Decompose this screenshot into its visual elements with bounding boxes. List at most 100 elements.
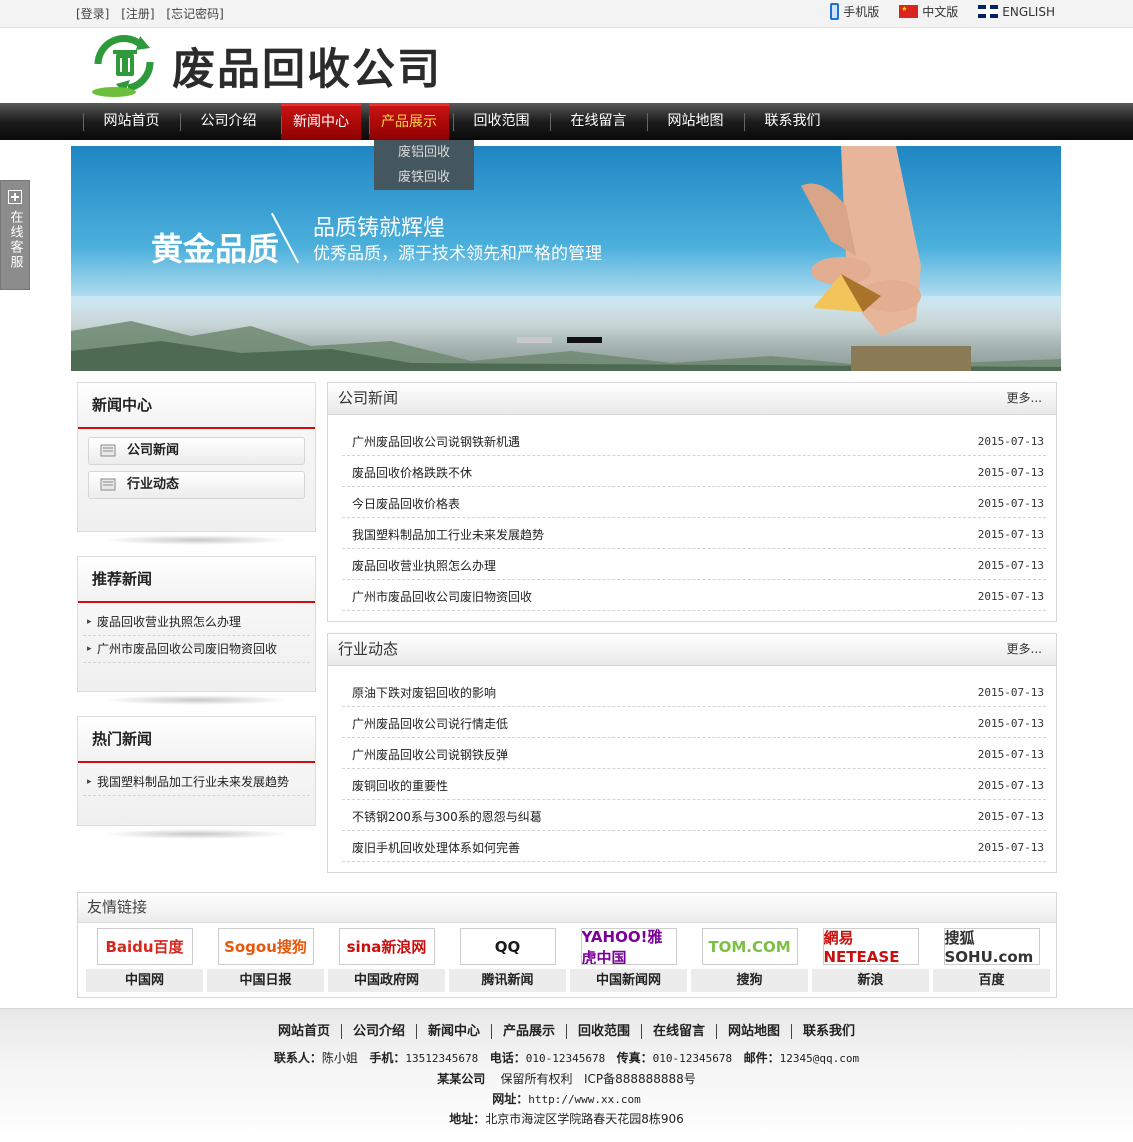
footer-nav: 网站首页 公司介绍 新闻中心 产品展示 回收范围 在线留言 网站地图 联系我们 — [0, 1020, 1133, 1039]
friend-link-caption[interactable]: 新浪 — [812, 969, 929, 992]
news-row[interactable]: 废旧手机回收处理体系如何完善 2015-07-13 — [342, 831, 1046, 862]
friend-links-grid: Baidu百度 中国网 Sogou搜狗 中国日报 sina新浪网 中国政府网 QQ 腾讯新闻 Y… — [86, 928, 1050, 992]
login-link[interactable]: [登录] — [76, 7, 109, 21]
news-row[interactable]: 广州废品回收公司说钢铁新机遇 2015-07-13 — [342, 425, 1046, 456]
dropdown-item-aluminum[interactable]: 废铝回收 — [374, 140, 474, 165]
news-row[interactable]: 广州废品回收公司说钢铁反弹 2015-07-13 — [342, 738, 1046, 769]
slider-dots — [517, 337, 602, 343]
icp-number[interactable]: ICP备888888888号 — [584, 1072, 696, 1086]
industry-news-more-link[interactable]: 更多... — [1007, 634, 1042, 664]
mobile-phone-icon — [830, 3, 840, 20]
hero-banner[interactable]: 黄金品质 品质铸就辉煌 优秀品质，源于技术领先和严格的管理 — [71, 146, 1061, 371]
footer-nav-link[interactable]: 网站首页 — [266, 1024, 342, 1039]
friend-link[interactable]: Baidu百度中国网 — [86, 928, 203, 992]
footer-nav-link[interactable]: 在线留言 — [642, 1024, 718, 1039]
news-row[interactable]: 广州市废品回收公司废旧物资回收 2015-07-13 — [342, 580, 1046, 611]
news-row[interactable]: 废品回收营业执照怎么办理 2015-07-13 — [342, 549, 1046, 580]
news-title[interactable]: 不锈钢200系与300系的恩怨与纠葛 — [352, 800, 542, 830]
friend-link[interactable]: sina新浪网中国政府网 — [328, 928, 445, 992]
friend-link-logo[interactable]: TOM.COM — [701, 928, 798, 965]
sidebar-recommended-title: 推荐新闻 — [78, 557, 315, 603]
news-row[interactable]: 不锈钢200系与300系的恩怨与纠葛 2015-07-13 — [342, 800, 1046, 831]
category-industry-news[interactable]: 行业动态 — [88, 471, 305, 499]
forgot-password-link[interactable]: [忘记密码] — [166, 7, 223, 21]
friend-link-caption[interactable]: 中国日报 — [207, 969, 324, 992]
friend-link-logo[interactable]: QQ — [459, 928, 556, 965]
news-title[interactable]: 废品回收价格跌跌不休 — [352, 456, 472, 486]
document-icon — [100, 478, 116, 491]
news-title[interactable]: 广州废品回收公司说钢铁反弹 — [352, 738, 508, 768]
nav-item-contact[interactable]: 联系我们 — [744, 103, 841, 140]
friend-link-logo[interactable]: Baidu百度 — [96, 928, 193, 965]
footer-nav-link[interactable]: 联系我们 — [792, 1024, 866, 1039]
news-title[interactable]: 广州市废品回收公司废旧物资回收 — [352, 580, 532, 610]
nav-item-home[interactable]: 网站首页 — [83, 103, 180, 140]
friend-link-caption[interactable]: 中国网 — [86, 969, 203, 992]
footer-nav-link[interactable]: 公司介绍 — [341, 1024, 417, 1039]
news-row[interactable]: 今日废品回收价格表 2015-07-13 — [342, 487, 1046, 518]
friend-link[interactable]: 網易 NETEASE 新浪 — [812, 928, 929, 992]
news-title[interactable]: 我国塑料制品加工行业未来发展趋势 — [352, 518, 544, 548]
friend-link-logo[interactable]: 網易 NETEASE — [822, 928, 919, 965]
english-version-link[interactable]: ENGLISH — [978, 3, 1055, 20]
news-row[interactable]: 原油下跌对废铝回收的影响 2015-07-13 — [342, 676, 1046, 707]
news-row[interactable]: 广州废品回收公司说行情走低 2015-07-13 — [342, 707, 1046, 738]
friend-link[interactable]: YAHOO!雅虎中国中国新闻网 — [570, 928, 687, 992]
friend-link-caption[interactable]: 中国新闻网 — [570, 969, 687, 992]
expand-icon — [8, 190, 22, 204]
online-service-tab[interactable]: 在线客服 — [0, 180, 30, 290]
site-logo[interactable]: 废品回收公司 — [88, 34, 442, 98]
category-company-news[interactable]: 公司新闻 — [88, 437, 305, 465]
friend-link-caption[interactable]: 百度 — [933, 969, 1050, 992]
recommended-news-item[interactable]: 广州市废品回收公司废旧物资回收 — [83, 636, 310, 663]
register-link[interactable]: [注册] — [121, 7, 154, 21]
friend-links-title: 友情链接 — [78, 893, 1056, 923]
nav-item-about[interactable]: 公司介绍 — [180, 103, 277, 140]
footer-nav-link[interactable]: 网站地图 — [717, 1024, 793, 1039]
hot-news-item[interactable]: 我国塑料制品加工行业未来发展趋势 — [83, 769, 310, 796]
slider-dot-1[interactable] — [517, 337, 552, 343]
news-title[interactable]: 原油下跌对废铝回收的影响 — [352, 676, 496, 706]
slider-dot-2[interactable] — [567, 337, 602, 343]
friend-link[interactable]: Sogou搜狗中国日报 — [207, 928, 324, 992]
recommended-news-item[interactable]: 废品回收营业执照怎么办理 — [83, 609, 310, 636]
industry-news-header: 行业动态 更多... — [328, 634, 1056, 666]
email-address[interactable]: 12345@qq.com — [780, 1052, 859, 1065]
friend-link-logo[interactable]: Sogou搜狗 — [217, 928, 314, 965]
news-row[interactable]: 废铜回收的重要性 2015-07-13 — [342, 769, 1046, 800]
friend-link-logo[interactable]: sina新浪网 — [338, 928, 435, 965]
nav-item-news[interactable]: 新闻中心 — [281, 103, 361, 140]
nav-item-products[interactable]: 产品展示 — [369, 103, 449, 140]
address-text: 北京市海淀区学院路春天花园8栋906 — [485, 1112, 684, 1126]
friend-link[interactable]: 搜狐 SOHU.com 百度 — [933, 928, 1050, 992]
news-row[interactable]: 废品回收价格跌跌不休 2015-07-13 — [342, 456, 1046, 487]
news-date: 2015-07-13 — [977, 686, 1044, 699]
news-row[interactable]: 我国塑料制品加工行业未来发展趋势 2015-07-13 — [342, 518, 1046, 549]
nav-item-message[interactable]: 在线留言 — [550, 103, 647, 140]
friend-link[interactable]: TOM.COM 搜狗 — [691, 928, 808, 992]
footer-nav-link[interactable]: 产品展示 — [491, 1024, 567, 1039]
mobile-version-link[interactable]: 手机版 — [830, 3, 879, 20]
chinese-version-link[interactable]: 中文版 — [899, 3, 958, 20]
website-url[interactable]: http://www.xx.com — [528, 1093, 641, 1106]
top-bar: [登录] [注册] [忘记密码] 手机版 中文版 ENGLISH — [0, 0, 1133, 28]
footer-nav-link[interactable]: 回收范围 — [567, 1024, 643, 1039]
news-title[interactable]: 废旧手机回收处理体系如何完善 — [352, 831, 520, 861]
news-title[interactable]: 今日废品回收价格表 — [352, 487, 460, 517]
dropdown-item-iron[interactable]: 废铁回收 — [374, 165, 474, 190]
news-title[interactable]: 废铜回收的重要性 — [352, 769, 448, 799]
friend-link[interactable]: QQ 腾讯新闻 — [449, 928, 566, 992]
nav-item-scope[interactable]: 回收范围 — [453, 103, 550, 140]
company-news-more-link[interactable]: 更多... — [1007, 383, 1042, 413]
news-title[interactable]: 废品回收营业执照怎么办理 — [352, 549, 496, 579]
news-title[interactable]: 广州废品回收公司说钢铁新机遇 — [352, 425, 520, 455]
nav-item-sitemap[interactable]: 网站地图 — [647, 103, 744, 140]
friend-link-caption[interactable]: 中国政府网 — [328, 969, 445, 992]
footer-nav-link[interactable]: 新闻中心 — [416, 1024, 492, 1039]
friend-link-caption[interactable]: 腾讯新闻 — [449, 969, 566, 992]
friend-link-logo[interactable]: 搜狐 SOHU.com — [943, 928, 1040, 965]
friend-link-logo[interactable]: YAHOO!雅虎中国 — [580, 928, 677, 965]
chinese-version-label: 中文版 — [922, 5, 959, 19]
friend-link-caption[interactable]: 搜狗 — [691, 969, 808, 992]
news-title[interactable]: 广州废品回收公司说行情走低 — [352, 707, 508, 737]
